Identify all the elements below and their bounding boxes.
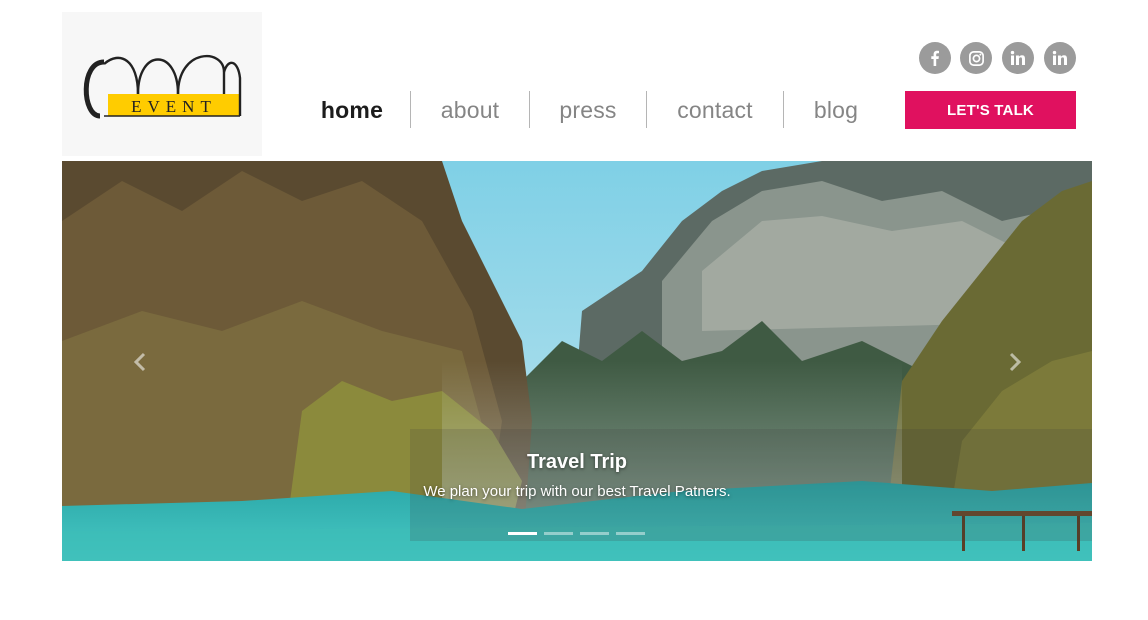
next-arrow-icon[interactable] bbox=[1003, 347, 1027, 377]
linkedin-icon[interactable] bbox=[1044, 42, 1076, 74]
slide-indicator[interactable] bbox=[616, 532, 645, 535]
nav-home[interactable]: home bbox=[308, 92, 396, 128]
logo-text: EVENT bbox=[131, 97, 217, 116]
slide-indicator[interactable] bbox=[580, 532, 609, 535]
nav-blog[interactable]: blog bbox=[796, 92, 876, 128]
slide-indicator[interactable] bbox=[544, 532, 573, 535]
nav-about[interactable]: about bbox=[425, 92, 515, 128]
nav-divider bbox=[783, 91, 784, 128]
slide-caption: We plan your trip with our best Travel P… bbox=[423, 483, 731, 500]
prev-arrow-icon[interactable] bbox=[128, 347, 152, 377]
facebook-icon[interactable] bbox=[919, 42, 951, 74]
nav-press[interactable]: press bbox=[544, 92, 632, 128]
nav-divider bbox=[646, 91, 647, 128]
hero-slider: Travel Trip We plan your trip with our b… bbox=[62, 161, 1092, 561]
logo[interactable]: EVENT bbox=[62, 12, 262, 156]
slide-title: Travel Trip bbox=[526, 451, 628, 473]
nav-divider bbox=[529, 91, 530, 128]
instagram-icon[interactable] bbox=[960, 42, 992, 74]
slide-indicator[interactable] bbox=[508, 532, 537, 535]
nav-contact[interactable]: contact bbox=[660, 92, 770, 128]
event-logo-graphic: EVENT bbox=[83, 55, 242, 119]
lets-talk-button[interactable]: LET'S TALK bbox=[905, 91, 1076, 129]
nav-divider bbox=[410, 91, 411, 128]
linkedin-icon[interactable] bbox=[1002, 42, 1034, 74]
